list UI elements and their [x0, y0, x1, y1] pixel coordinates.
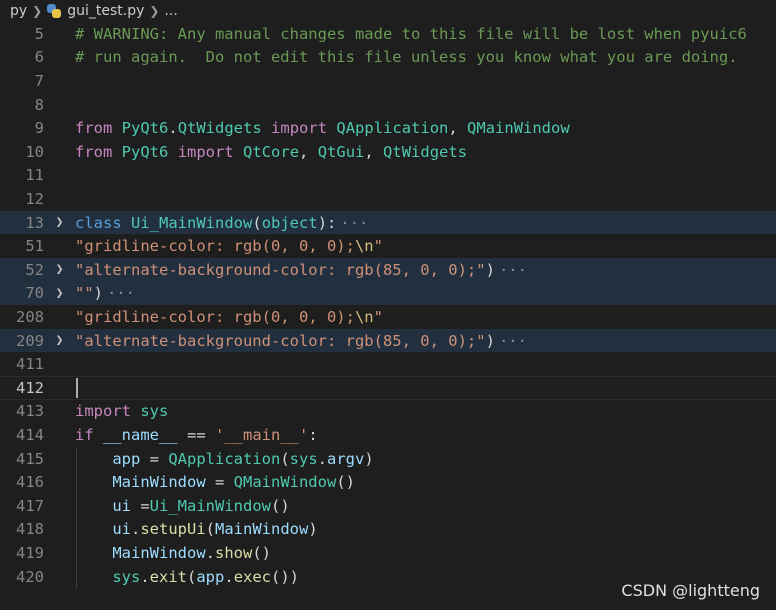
code-line[interactable]: 418 ui.setupUi(MainWindow) [0, 518, 776, 542]
line-number: 418 [16, 520, 44, 539]
code-line[interactable]: 416 MainWindow = QMainWindow() [0, 470, 776, 494]
breadcrumb-file[interactable]: gui_test.py [67, 3, 144, 19]
python-file-icon [47, 4, 62, 18]
code-text: "gridline-color: rgb(0, 0, 0);\n" [75, 237, 383, 256]
line-number: 5 [34, 24, 44, 43]
folded-code-line[interactable]: 13 ❯ class Ui_MainWindow(object): ··· [0, 210, 776, 235]
line-number: 415 [16, 449, 44, 468]
line-number: 8 [34, 95, 44, 114]
text-cursor [76, 378, 78, 398]
folded-code-line[interactable]: 70 ❯ "") ··· [0, 281, 776, 306]
fold-chevron-icon[interactable]: ❯ [44, 215, 75, 230]
line-number: 10 [25, 142, 44, 161]
current-code-line[interactable]: 412 [0, 376, 776, 400]
code-line[interactable]: 12 [0, 187, 776, 211]
fold-chevron-icon[interactable]: ❯ [44, 286, 75, 301]
line-number: 11 [25, 166, 44, 185]
code-text: from PyQt6.QtWidgets import QApplication… [75, 119, 570, 138]
code-text: if __name__ == '__main__': [75, 425, 318, 444]
code-line[interactable]: 415 app = QApplication(sys.argv) [0, 447, 776, 471]
breadcrumb-more[interactable]: ... [164, 3, 177, 19]
line-number: 9 [34, 119, 44, 138]
code-line[interactable]: 419 MainWindow.show() [0, 541, 776, 565]
code-text: ui =Ui_MainWindow() [112, 496, 290, 515]
line-number: 412 [16, 378, 44, 397]
code-line[interactable]: 9 from PyQt6.QtWidgets import QApplicati… [0, 116, 776, 140]
folded-code-line[interactable]: 209 ❯ "alternate-background-color: rgb(8… [0, 328, 776, 353]
code-line[interactable]: 417 ui =Ui_MainWindow() [0, 494, 776, 518]
fold-chevron-icon[interactable]: ❯ [44, 333, 75, 348]
code-text: from PyQt6 import QtCore, QtGui, QtWidge… [75, 142, 468, 161]
code-line[interactable]: 414 if __name__ == '__main__': [0, 423, 776, 447]
line-number: 417 [16, 496, 44, 515]
code-text: class Ui_MainWindow(object): [75, 213, 337, 232]
chevron-right-icon: ❯ [32, 4, 43, 18]
line-number: 12 [25, 189, 44, 208]
line-number: 416 [16, 473, 44, 492]
code-text: "") [75, 284, 104, 303]
fold-chevron-icon[interactable]: ❯ [44, 262, 75, 277]
code-line[interactable]: 5 # WARNING: Any manual changes made to … [0, 22, 776, 46]
code-text: sys.exit(app.exec()) [112, 567, 300, 586]
line-number: 13 [25, 213, 44, 232]
code-line[interactable]: 411 [0, 352, 776, 376]
code-line[interactable]: 413 import sys [0, 400, 776, 424]
line-number: 70 [25, 284, 44, 303]
line-number: 419 [16, 543, 44, 562]
code-text: "alternate-background-color: rgb(85, 0, … [75, 260, 495, 279]
breadcrumb-folder[interactable]: py [10, 3, 27, 19]
code-text: "alternate-background-color: rgb(85, 0, … [75, 331, 495, 350]
code-line[interactable]: 51 "gridline-color: rgb(0, 0, 0);\n" [0, 234, 776, 258]
folded-ellipsis[interactable]: ··· [107, 284, 135, 302]
indent-guide [76, 446, 77, 589]
folded-ellipsis[interactable]: ··· [499, 261, 527, 279]
line-number: 413 [16, 402, 44, 421]
line-number: 7 [34, 71, 44, 90]
folded-ellipsis[interactable]: ··· [340, 214, 368, 232]
line-number: 411 [16, 355, 44, 374]
chevron-right-icon: ❯ [149, 4, 160, 18]
code-text: app = QApplication(sys.argv) [112, 449, 374, 468]
code-line[interactable]: 8 [0, 93, 776, 117]
code-line[interactable]: 7 [0, 69, 776, 93]
code-line[interactable]: 208 "gridline-color: rgb(0, 0, 0);\n" [0, 305, 776, 329]
code-line[interactable]: 11 [0, 164, 776, 188]
code-comment: # run again. Do not edit this file unles… [75, 48, 738, 67]
code-line[interactable]: 10 from PyQt6 import QtCore, QtGui, QtWi… [0, 140, 776, 164]
breadcrumb: py ❯ gui_test.py ❯ ... [0, 0, 776, 22]
line-number: 209 [16, 331, 44, 350]
code-text: ui.setupUi(MainWindow) [112, 520, 318, 539]
code-comment: # WARNING: Any manual changes made to th… [75, 24, 747, 43]
code-text: "gridline-color: rgb(0, 0, 0);\n" [75, 307, 383, 326]
watermark: CSDN @lightteng [621, 581, 760, 600]
line-number: 6 [34, 48, 44, 67]
code-text: MainWindow = QMainWindow() [112, 473, 355, 492]
line-number: 51 [25, 237, 44, 256]
code-text: MainWindow.show() [112, 543, 271, 562]
line-number: 420 [16, 567, 44, 586]
code-line[interactable]: 6 # run again. Do not edit this file unl… [0, 46, 776, 70]
folded-ellipsis[interactable]: ··· [499, 332, 527, 350]
line-number: 414 [16, 425, 44, 444]
line-number: 208 [16, 307, 44, 326]
line-number: 52 [25, 260, 44, 279]
code-text: import sys [75, 402, 169, 421]
folded-code-line[interactable]: 52 ❯ "alternate-background-color: rgb(85… [0, 258, 776, 282]
